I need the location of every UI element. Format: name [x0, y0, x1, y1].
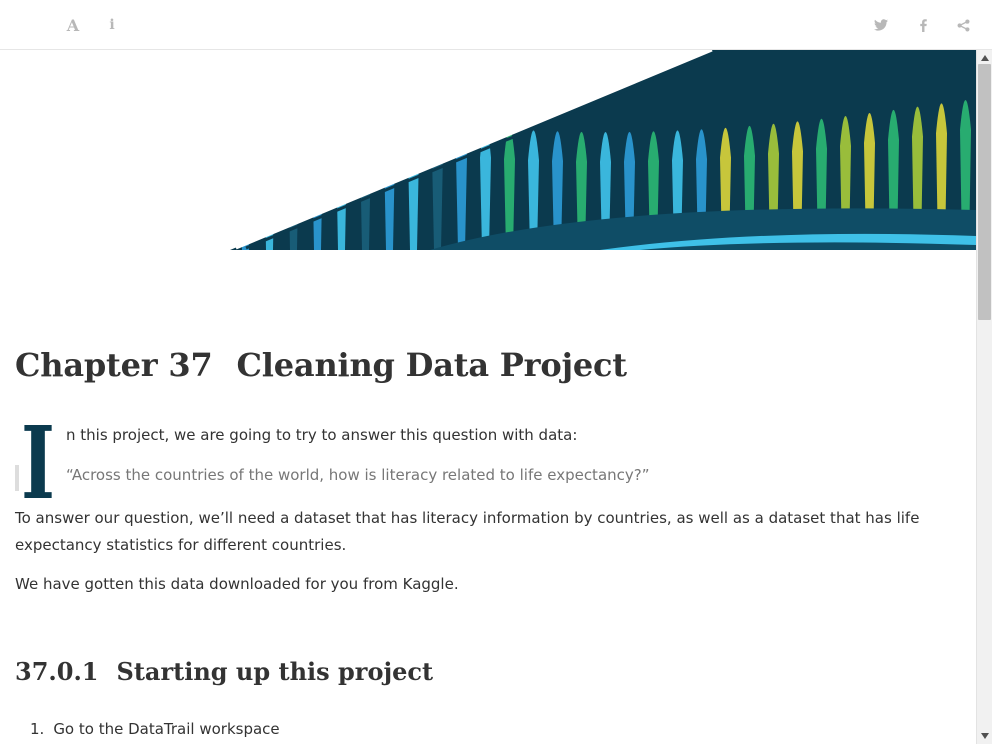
chapter-content: Chapter 37 Cleaning Data Project I n this…: [0, 50, 976, 744]
list-item: 1. Go to the DataTrail workspace: [30, 720, 280, 738]
kaggle-paragraph: We have gotten this data downloaded for …: [15, 575, 459, 593]
chapter-number: Chapter 37: [15, 346, 213, 384]
dataset-paragraph: To answer our question, we’ll need a dat…: [15, 509, 920, 554]
scrollbar-thumb[interactable]: [978, 64, 991, 320]
section-number: 37.0.1: [15, 657, 99, 686]
research-question-quote: “Across the countries of the world, how …: [66, 466, 650, 484]
share-icon[interactable]: [948, 10, 978, 40]
scroll-up-arrow-icon[interactable]: [981, 55, 989, 61]
blockquote-border: [15, 465, 19, 491]
list-marker: 1.: [30, 720, 45, 738]
scroll-down-arrow-icon[interactable]: [981, 733, 989, 739]
font-settings-icon[interactable]: A: [58, 10, 88, 40]
info-icon[interactable]: i: [97, 10, 127, 40]
chapter-title: Chapter 37 Cleaning Data Project: [15, 346, 627, 384]
vertical-scrollbar[interactable]: [976, 50, 992, 744]
book-toolbar: A i: [0, 0, 992, 50]
section-heading: 37.0.1 Starting up this project: [15, 657, 433, 686]
facebook-icon[interactable]: [908, 10, 938, 40]
section-title-text: Starting up this project: [116, 657, 434, 686]
drop-cap: I: [21, 424, 55, 502]
drop-cap-letter: I: [21, 424, 55, 502]
twitter-icon[interactable]: [866, 10, 896, 40]
chapter-title-text: Cleaning Data Project: [236, 346, 628, 384]
list-item-text: Go to the DataTrail workspace: [53, 720, 280, 738]
intro-paragraph: n this project, we are going to try to a…: [66, 426, 578, 444]
chapter-banner-image: [230, 50, 976, 250]
